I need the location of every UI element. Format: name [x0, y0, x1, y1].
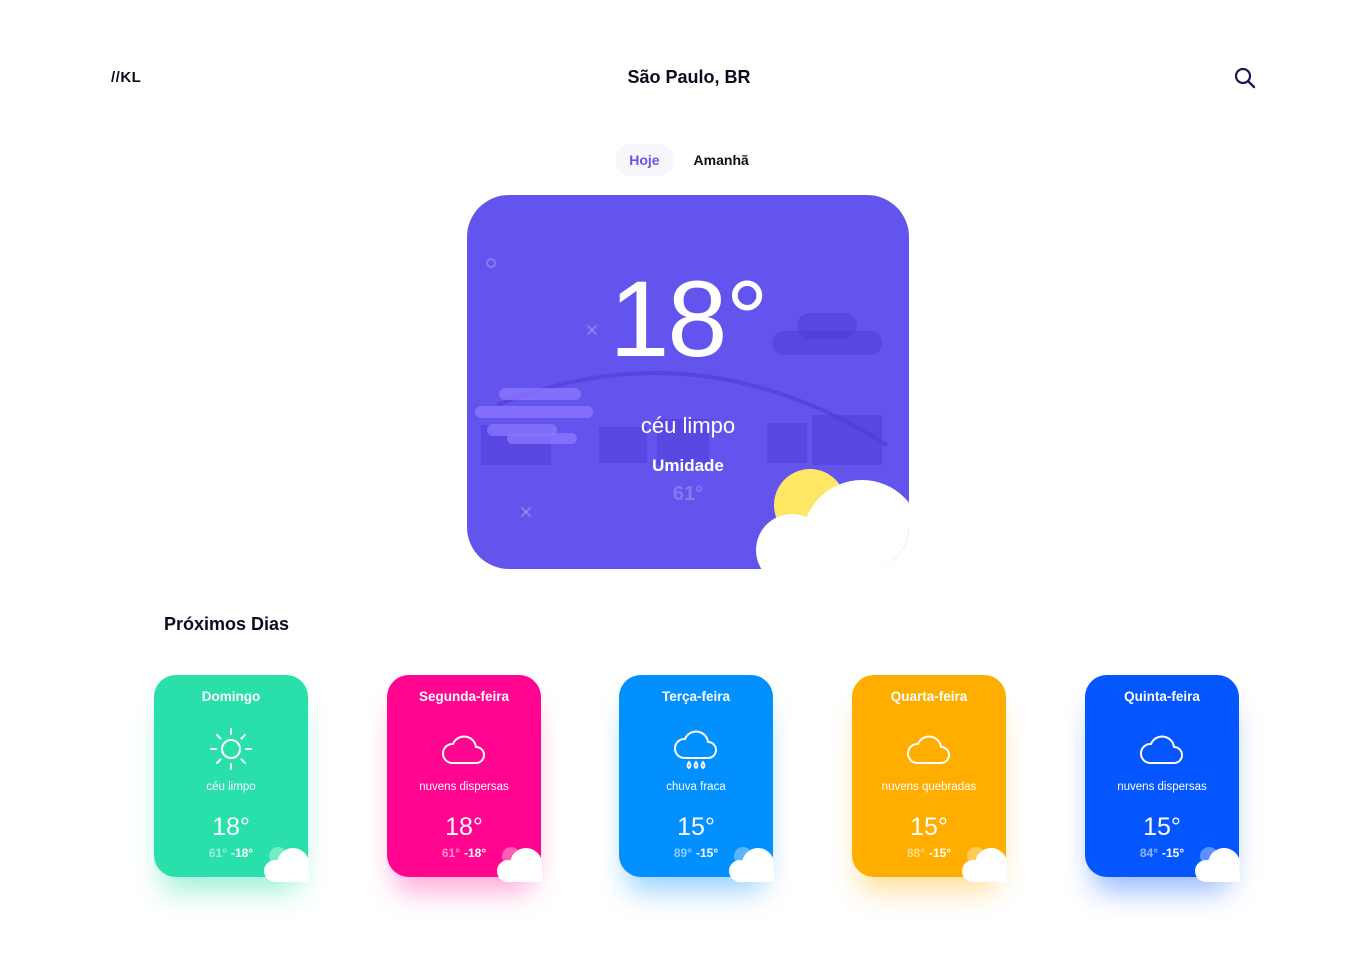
corner-cloud-icon — [497, 847, 542, 882]
day-low: 88° — [906, 846, 925, 860]
day-temperature: 15° — [910, 813, 948, 841]
day-tabs: Hoje Amanhã — [0, 144, 1366, 176]
day-low: 89° — [673, 846, 692, 860]
sun-behind-cloud-icon — [756, 469, 909, 569]
day-high: 18° — [235, 846, 254, 860]
corner-cloud-icon — [729, 847, 774, 882]
search-button[interactable] — [1233, 66, 1257, 90]
sun-icon — [210, 728, 252, 770]
day-temperature: 15° — [677, 813, 715, 841]
day-name: Terça-feira — [661, 689, 731, 704]
corner-cloud-icon — [962, 847, 1007, 882]
day-name: Quarta-feira — [890, 689, 968, 704]
day-name: Segunda-feira — [418, 689, 510, 704]
day-description: chuva fraca — [666, 781, 726, 793]
tab-amanha[interactable]: Amanhã — [680, 144, 763, 176]
current-description: céu limpo — [640, 413, 736, 438]
day-description: nuvens dispersas — [419, 781, 509, 793]
day-temperature: 18° — [445, 813, 483, 841]
day-low: 61° — [208, 846, 227, 860]
forecast-card-domingo[interactable]: Domingo céu limpo 18° 61° -18° — [154, 675, 309, 882]
forecast-card-quinta[interactable]: Quinta-feira nuvens dispersas 15° 84° -15… — [1085, 675, 1240, 882]
day-low: 84° — [1139, 846, 1158, 860]
search-icon — [1234, 67, 1256, 89]
rain-cloud-icon — [674, 730, 717, 770]
forecast-list: Domingo céu limpo 18° 61° -18° Segunda-fe… — [154, 675, 1254, 885]
day-description: céu limpo — [206, 781, 256, 793]
forecast-section-title: Próximos Dias — [164, 614, 290, 634]
cloud-icon — [442, 735, 485, 764]
tab-hoje[interactable]: Hoje — [615, 144, 674, 176]
city-title: São Paulo, BR — [627, 67, 751, 87]
day-high: 15° — [1166, 846, 1185, 860]
day-low: 61° — [441, 846, 460, 860]
forecast-card-terca[interactable]: Terça-feira chuva fraca 15° 89° -15° — [619, 675, 774, 882]
day-name: Domingo — [201, 689, 261, 704]
cloud-icon — [1140, 735, 1183, 764]
current-temperature: 18° — [609, 258, 768, 379]
day-temperature: 15° — [1143, 813, 1181, 841]
day-temperature: 18° — [212, 813, 250, 841]
cloud-icon — [907, 735, 950, 764]
current-weather-card: 18° céu limpo Umidade 61° — [467, 195, 909, 569]
corner-cloud-icon — [264, 847, 309, 882]
day-name: Quinta-feira — [1124, 689, 1200, 704]
day-high: 18° — [468, 846, 487, 860]
day-description: nuvens quebradas — [881, 781, 977, 793]
corner-cloud-icon — [1195, 847, 1240, 882]
forecast-card-quarta[interactable]: Quarta-feira nuvens quebradas 15° 88° -15… — [852, 675, 1007, 882]
forecast-card-segunda[interactable]: Segunda-feira nuvens dispersas 18° 61° -1… — [387, 675, 542, 882]
day-high: 15° — [933, 846, 952, 860]
day-description: nuvens dispersas — [1117, 781, 1207, 793]
day-high: 15° — [700, 846, 719, 860]
